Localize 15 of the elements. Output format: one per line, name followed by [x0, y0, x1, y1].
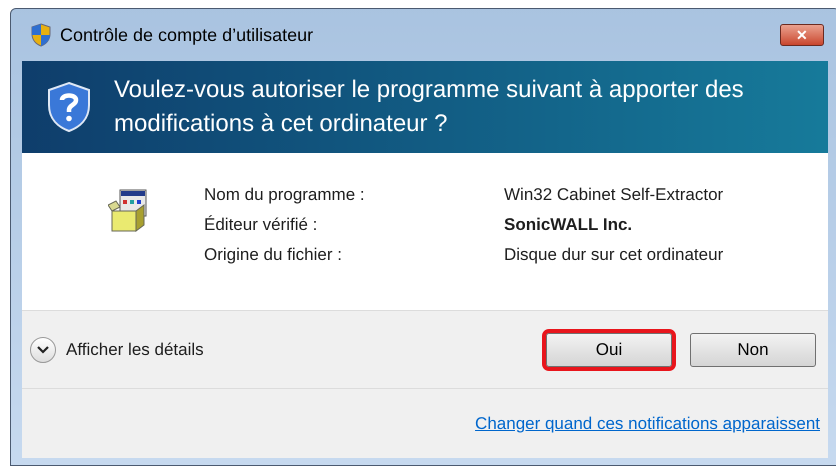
detail-value: Disque dur sur cet ordinateur [504, 244, 724, 266]
detail-label: Origine du fichier : [204, 244, 343, 266]
detail-label: Nom du programme : [204, 184, 366, 206]
detail-label: Éditeur vérifié : [204, 214, 318, 236]
window-title: Contrôle de compte d’utilisateur [60, 24, 314, 47]
shield-icon [30, 23, 52, 47]
dialog-button[interactable]: Non [690, 332, 816, 366]
chevron-icon [30, 336, 56, 362]
detail-value: Win32 Cabinet Self-Extractor [504, 184, 724, 206]
notification-settings-link[interactable]: Changer quand ces notifications apparaissent [475, 410, 820, 436]
shield-question-icon [45, 81, 93, 133]
question-text: Voulez-vous autoriser le programme suivant à apporter des modifications à cet ordinateur ? [114, 75, 745, 139]
show-details-toggle[interactable]: Afficher les détails [30, 336, 204, 362]
installer-box-icon [108, 189, 148, 233]
detail-value: SonicWALL Inc. [504, 214, 634, 236]
